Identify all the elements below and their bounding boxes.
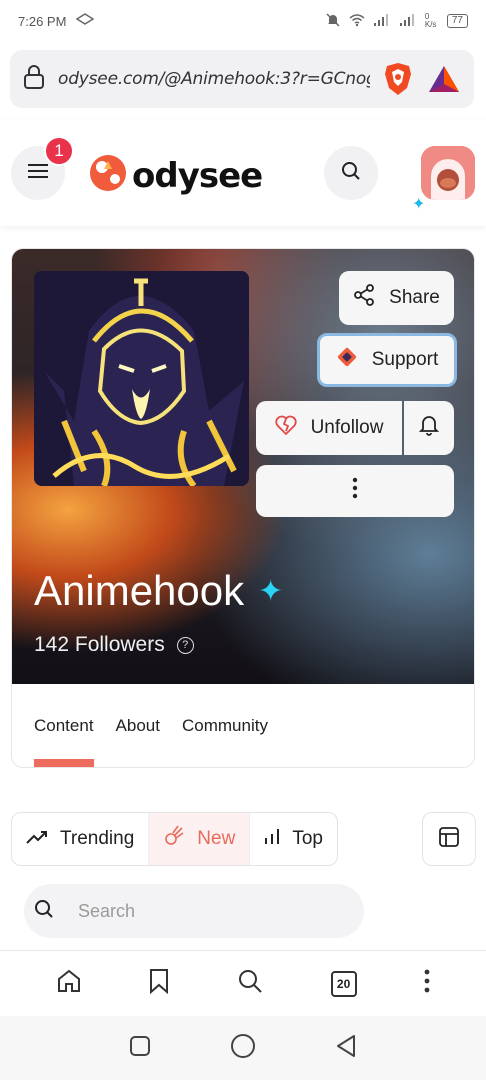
bookmark-icon[interactable] [149,968,169,999]
sort-top[interactable]: Top [250,813,337,865]
share-label: Share [389,287,440,308]
channel-search-input[interactable] [78,900,318,922]
search-icon [34,899,54,924]
odysee-logo[interactable]: odysee [88,153,263,198]
layout-icon [439,826,459,852]
tab-about[interactable]: About [116,684,160,767]
channel-thumbnail [34,271,249,486]
site-header: 1 odysee ✦ [0,120,486,226]
support-icon [336,346,358,374]
tab-content[interactable]: Content [34,684,94,767]
channel-search-field[interactable] [24,884,364,938]
search-icon[interactable] [237,968,263,999]
followers-count: 142 Followers ? [34,633,194,657]
sort-top-label: Top [292,828,323,849]
broken-heart-icon [274,415,297,441]
android-navigation-bar [0,1016,486,1080]
home-icon[interactable] [56,968,82,999]
browser-toolbar: 20 [0,950,486,1016]
share-icon [353,284,375,312]
hamburger-icon [28,163,48,184]
tab-community[interactable]: Community [182,684,268,767]
lock-icon[interactable] [22,64,46,95]
battery-indicator: 77 [446,14,468,28]
channel-card: Share Support Unfollow Animehook ✦ 142 F… [11,248,475,768]
notification-bell-button[interactable] [404,401,454,455]
top-icon [264,828,280,850]
support-label: Support [371,349,439,370]
bell-icon [418,414,440,442]
back-icon[interactable] [335,1034,357,1063]
browser-menu-icon[interactable] [424,969,430,998]
followers-text: 142 Followers [34,633,165,656]
mute-icon [325,12,341,31]
header-search-button[interactable] [324,146,378,200]
brave-shields-icon[interactable] [382,61,414,97]
home-button-icon[interactable] [230,1033,256,1064]
channel-name-text: Animehook [34,567,245,614]
signal-icon [373,13,391,30]
more-options-button[interactable] [256,465,454,517]
user-avatar[interactable] [421,146,475,200]
share-button[interactable]: Share [339,271,454,325]
notification-badge[interactable]: 1 [44,136,74,166]
trending-icon [26,828,48,850]
channel-title: Animehook ✦ [34,567,283,615]
help-icon[interactable]: ? [176,636,194,654]
cast-icon [76,12,95,30]
new-icon [163,825,185,853]
support-button[interactable]: Support [317,333,457,387]
sort-new[interactable]: New [148,813,251,865]
tab-count-button[interactable]: 20 [330,970,357,997]
network-speed: 0 K/s [424,12,437,29]
signal-icon-2 [399,13,417,30]
sort-options: Trending New Top [11,812,338,866]
status-bar: 7:26 PM 0 K/s 77 [0,0,486,42]
sort-trending-label: Trending [60,828,135,849]
more-vertical-icon [352,477,358,505]
browser-address-bar[interactable]: odysee.com/@Animehook:3?r=GCnogi [10,50,474,108]
recent-apps-icon[interactable] [129,1035,151,1062]
sort-trending[interactable]: Trending [12,813,148,865]
logo-text: odysee [132,155,263,196]
search-icon [341,161,361,186]
wifi-icon [349,13,365,30]
unfollow-button[interactable]: Unfollow [256,401,402,455]
odysee-logo-icon [88,153,128,198]
sparkle-icon: ✦ [258,574,284,608]
status-time: 7:26 PM [18,13,67,29]
layout-toggle-button[interactable] [422,812,476,866]
unfollow-label: Unfollow [310,417,384,438]
brave-rewards-icon[interactable] [426,61,462,97]
channel-tabs: Content About Community [12,684,474,767]
sparkle-icon: ✦ [412,196,426,213]
sort-new-label: New [197,828,236,849]
url-text[interactable]: odysee.com/@Animehook:3?r=GCnogi [58,69,370,89]
